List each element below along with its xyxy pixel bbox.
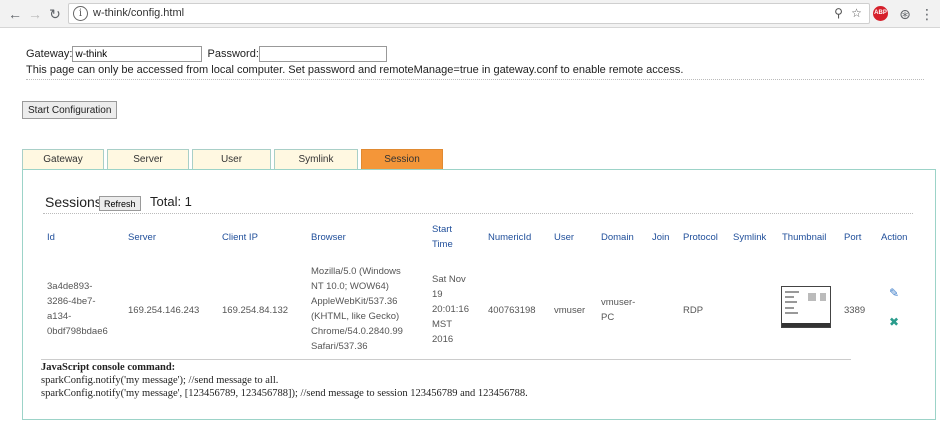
tab-symlink[interactable]: Symlink (274, 149, 358, 169)
column-header-id: Id (47, 232, 55, 243)
cell-protocol: RDP (683, 305, 704, 316)
column-header-user: User (554, 232, 575, 243)
extension-icon[interactable]: ⊛ (896, 5, 914, 23)
back-arrow-icon[interactable]: ← (6, 5, 24, 23)
column-header-domain: Domain (601, 232, 634, 243)
column-header-port: Port (844, 232, 862, 243)
cell-port: 3389 (844, 305, 866, 316)
gateway-label: Gateway: (26, 47, 73, 60)
reload-icon[interactable]: ↻ (46, 5, 64, 23)
sessions-title: Sessions (45, 194, 102, 210)
divider (41, 359, 851, 360)
password-input[interactable] (258, 46, 387, 62)
start-configuration-button[interactable]: Start Configuration (22, 101, 118, 119)
edit-icon[interactable]: ✎ (889, 286, 899, 300)
key-icon[interactable]: ⚲ (831, 6, 846, 20)
browser-toolbar: ← → ↻ i w-think/config.html ⚲ ☆ ABP ⊛ ⋮ (0, 0, 940, 28)
column-header-server: Server (128, 232, 156, 243)
column-header-join: Join (652, 232, 670, 243)
js-console-heading: JavaScript console command: (41, 362, 176, 373)
cell-id: 3a4de893- 3286-4be7- a134- 0bdf798bdae6 (47, 281, 108, 337)
js-console-line-2: sparkConfig.notify('my message', [123456… (41, 388, 528, 399)
column-header-start-time-line1: Start (432, 224, 453, 235)
cell-browser: Mozilla/5.0 (Windows NT 10.0; WOW64) App… (311, 266, 403, 352)
close-icon[interactable]: ✖ (889, 315, 899, 329)
menu-dots-icon[interactable]: ⋮ (918, 5, 936, 23)
adblock-icon[interactable]: ABP (873, 6, 888, 21)
column-header-action: Action (881, 232, 908, 243)
cell-client-ip: 169.254.84.132 (222, 305, 289, 316)
address-bar[interactable]: i w-think/config.html ⚲ ☆ (68, 3, 870, 24)
refresh-button[interactable]: Refresh (99, 196, 141, 211)
column-header-client-ip: Client IP (222, 232, 258, 243)
js-console-line-1: sparkConfig.notify('my message'); //send… (41, 375, 279, 386)
column-header-symlink: Symlink (733, 232, 767, 243)
tab-gateway[interactable]: Gateway (22, 149, 104, 169)
tab-server[interactable]: Server (107, 149, 189, 169)
divider (43, 213, 913, 214)
url-text: w-think/config.html (93, 7, 185, 19)
cell-start-time: Sat Nov 19 20:01:16 MST 2016 (432, 274, 469, 345)
cell-user: vmuser (554, 305, 586, 316)
divider (26, 79, 924, 80)
column-header-start-time-line2: Time (432, 239, 453, 250)
forward-arrow-icon[interactable]: → (26, 5, 44, 23)
cell-domain: vmuser- PC (601, 297, 636, 323)
cell-server: 169.254.146.243 (128, 305, 200, 316)
js-console-help: JavaScript console command: sparkConfig.… (41, 361, 528, 400)
cell-numericid: 400763198 (488, 305, 536, 316)
column-header-thumbnail: Thumbnail (782, 232, 827, 243)
tab-user[interactable]: User (192, 149, 271, 169)
column-header-browser: Browser (311, 232, 346, 243)
access-notice: This page can only be accessed from loca… (26, 64, 684, 76)
password-label: Password: (207, 47, 259, 60)
column-header-numericid: NumericId (488, 232, 532, 243)
gateway-row: Gateway: Password: (26, 46, 387, 62)
info-icon[interactable]: i (73, 6, 88, 21)
column-header-protocol: Protocol (683, 232, 718, 243)
tab-session[interactable]: Session (361, 149, 443, 169)
gateway-input[interactable] (72, 46, 203, 62)
star-icon[interactable]: ☆ (849, 6, 864, 20)
session-thumbnail[interactable] (781, 286, 831, 328)
sessions-total: Total: 1 (150, 194, 192, 209)
session-panel: Sessions Refresh Total: 1 Id Server Clie… (22, 169, 936, 420)
